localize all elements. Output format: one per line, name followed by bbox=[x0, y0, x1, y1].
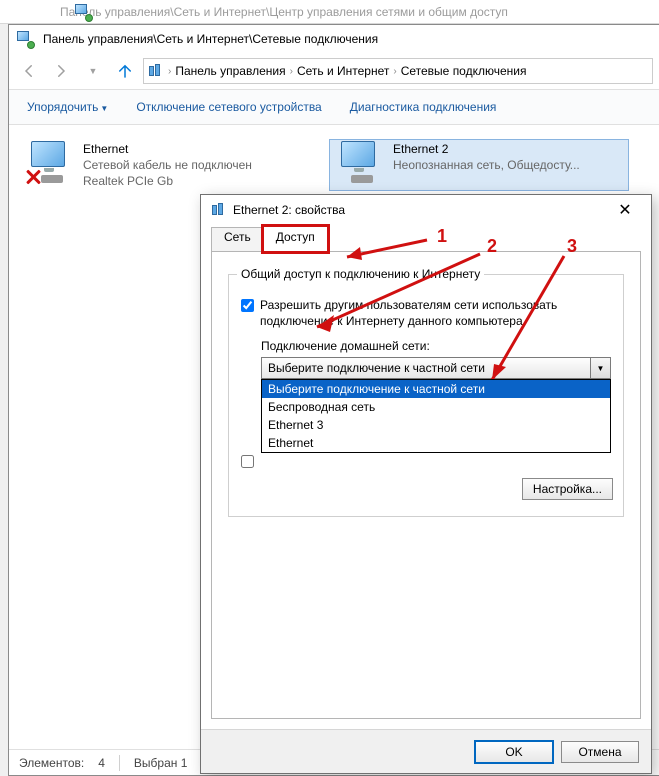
breadcrumb-sep-icon: › bbox=[168, 66, 171, 77]
breadcrumb-seg-1[interactable]: Панель управления bbox=[175, 64, 285, 78]
nav-back-button[interactable] bbox=[15, 57, 43, 85]
ok-button[interactable]: OK bbox=[475, 741, 553, 763]
tab-panel-access: Общий доступ к подключению к Интернету Р… bbox=[211, 251, 641, 719]
adapter-name: Ethernet 2 bbox=[393, 141, 580, 157]
adapter-ethernet[interactable]: Ethernet Сетевой кабель не подключен Rea… bbox=[19, 139, 319, 191]
allow-manage-checkbox[interactable] bbox=[241, 455, 254, 468]
nav-forward-button[interactable] bbox=[47, 57, 75, 85]
dropdown-arrow-icon: ▼ bbox=[100, 104, 108, 113]
toolbar-disable-device[interactable]: Отключение сетевого устройства bbox=[136, 100, 321, 114]
home-network-combo-wrap: Выберите подключение к частной сети ▼ Вы… bbox=[261, 357, 611, 379]
explorer-title: Панель управления\Сеть и Интернет\Сетевы… bbox=[43, 32, 378, 46]
breadcrumb-sep-icon: › bbox=[290, 66, 293, 77]
chevron-down-icon: ▼ bbox=[597, 364, 605, 373]
breadcrumb-seg-3[interactable]: Сетевые подключения bbox=[401, 64, 527, 78]
explorer-titlebar: Панель управления\Сеть и Интернет\Сетевы… bbox=[9, 25, 659, 53]
ics-group-legend: Общий доступ к подключению к Интернету bbox=[237, 267, 484, 281]
network-connections-icon bbox=[148, 63, 164, 79]
address-breadcrumb[interactable]: › Панель управления › Сеть и Интернет › … bbox=[143, 58, 653, 84]
background-window-title: Панель управления\Сеть и Интернет\Центр … bbox=[0, 0, 659, 24]
adapter-name: Ethernet bbox=[83, 141, 252, 157]
status-separator bbox=[119, 755, 120, 771]
control-panel-icon bbox=[75, 4, 91, 20]
status-items-count: 4 bbox=[98, 756, 105, 770]
combo-drop-button[interactable]: ▼ bbox=[590, 358, 610, 378]
tab-strip: Сеть Доступ bbox=[211, 225, 641, 251]
adapter-status: Неопознанная сеть, Общедосту... bbox=[393, 157, 580, 173]
dialog-footer: OK Отмена bbox=[201, 729, 651, 773]
home-network-label: Подключение домашней сети: bbox=[261, 339, 611, 353]
breadcrumb-sep-icon: › bbox=[393, 66, 396, 77]
settings-button[interactable]: Настройка... bbox=[522, 478, 613, 500]
ics-groupbox: Общий доступ к подключению к Интернету Р… bbox=[228, 274, 624, 517]
adapter-icon bbox=[211, 202, 227, 218]
allow-sharing-checkbox[interactable] bbox=[241, 299, 254, 312]
nav-up-button[interactable] bbox=[111, 57, 139, 85]
network-adapter-icon bbox=[333, 141, 385, 185]
close-button[interactable]: ✕ bbox=[609, 195, 641, 225]
combo-option-0[interactable]: Выберите подключение к частной сети bbox=[262, 380, 610, 398]
combo-option-3[interactable]: Ethernet bbox=[262, 434, 610, 452]
control-panel-icon bbox=[17, 31, 33, 47]
combo-option-2[interactable]: Ethernet 3 bbox=[262, 416, 610, 434]
properties-dialog: Ethernet 2: свойства ✕ Сеть Доступ Общий… bbox=[200, 194, 652, 774]
breadcrumb-seg-2[interactable]: Сеть и Интернет bbox=[297, 64, 389, 78]
combo-selected-text: Выберите подключение к частной сети bbox=[268, 361, 485, 375]
tab-access[interactable]: Доступ bbox=[263, 226, 328, 252]
toolbar-diagnose[interactable]: Диагностика подключения bbox=[350, 100, 497, 114]
bg-title-text: Панель управления\Сеть и Интернет\Центр … bbox=[60, 5, 508, 19]
toolbar-organize[interactable]: Упорядочить▼ bbox=[27, 100, 108, 114]
close-icon: ✕ bbox=[618, 200, 631, 220]
explorer-toolbar: Упорядочить▼ Отключение сетевого устройс… bbox=[9, 89, 659, 125]
address-bar-row: ▼ › Панель управления › Сеть и Интернет … bbox=[9, 53, 659, 89]
adapter-status: Сетевой кабель не подключен bbox=[83, 157, 252, 173]
status-selection: Выбран 1 bbox=[134, 756, 187, 770]
home-network-combo-list: Выберите подключение к частной сети Бесп… bbox=[261, 379, 611, 453]
combo-option-1[interactable]: Беспроводная сеть bbox=[262, 398, 610, 416]
dialog-title: Ethernet 2: свойства bbox=[233, 203, 609, 217]
allow-manage-row[interactable] bbox=[241, 453, 611, 468]
home-network-combo[interactable]: Выберите подключение к частной сети ▼ bbox=[261, 357, 611, 379]
allow-sharing-label: Разрешить другим пользователям сети испо… bbox=[260, 297, 611, 329]
status-items-label: Элементов: bbox=[19, 756, 84, 770]
adapter-ethernet-2[interactable]: Ethernet 2 Неопознанная сеть, Общедосту.… bbox=[329, 139, 629, 191]
cancel-button[interactable]: Отмена bbox=[561, 741, 639, 763]
adapter-device: Realtek PCIe Gb bbox=[83, 173, 252, 189]
nav-recent-dropdown[interactable]: ▼ bbox=[79, 57, 107, 85]
tab-network[interactable]: Сеть bbox=[211, 227, 264, 253]
allow-sharing-row[interactable]: Разрешить другим пользователям сети испо… bbox=[241, 297, 611, 329]
network-adapter-icon bbox=[23, 141, 75, 185]
dialog-titlebar: Ethernet 2: свойства ✕ bbox=[201, 195, 651, 225]
